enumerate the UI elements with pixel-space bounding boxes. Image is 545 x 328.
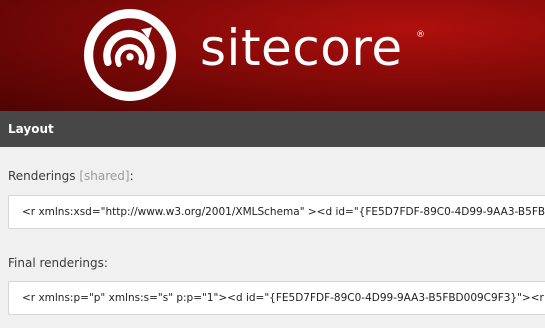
renderings-field[interactable]: <r xmlns:xsd="http://www.w3.org/2001/XML… — [8, 195, 545, 229]
sitecore-logo-icon — [84, 9, 176, 101]
registered-mark: ® — [416, 30, 425, 40]
renderings-label-text: Renderings — [8, 169, 76, 183]
final-renderings-value: <r xmlns:p="p" xmlns:s="s" p:p="1"><d id… — [22, 292, 545, 304]
shared-tag: [shared] — [79, 169, 130, 183]
section-title: Layout — [8, 122, 54, 136]
layout-section-header[interactable]: Layout — [0, 111, 545, 147]
final-renderings-label: Final renderings: — [8, 256, 108, 270]
renderings-label: Renderings [shared]: — [8, 168, 134, 184]
renderings-label-suffix: : — [129, 169, 134, 183]
sitecore-wordmark: sitecore — [200, 19, 403, 77]
renderings-value: <r xmlns:xsd="http://www.w3.org/2001/XML… — [22, 206, 545, 218]
final-renderings-field[interactable]: <r xmlns:p="p" xmlns:s="s" p:p="1"><d id… — [8, 281, 545, 315]
sitecore-banner: sitecore ® — [0, 0, 545, 111]
